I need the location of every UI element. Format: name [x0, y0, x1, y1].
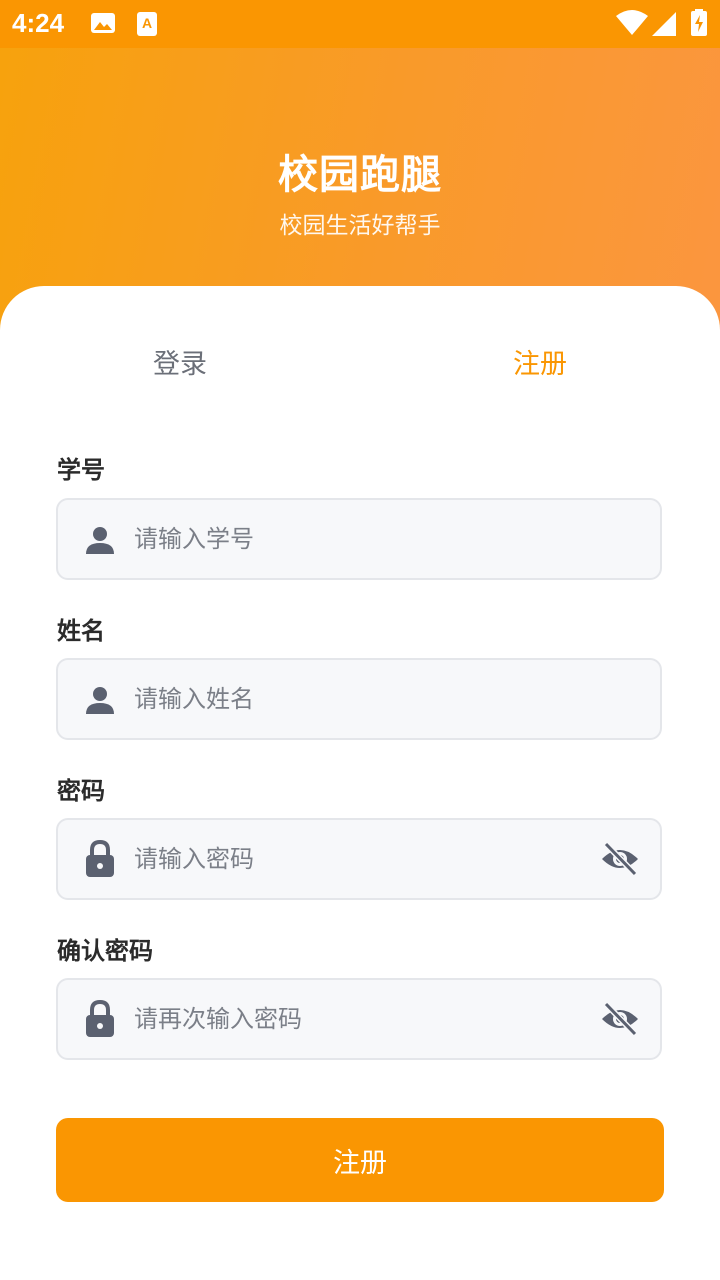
student-id-input[interactable]	[134, 500, 574, 578]
person-icon	[84, 524, 116, 556]
student-id-field[interactable]	[56, 498, 662, 580]
tab-login[interactable]: 登录	[0, 342, 360, 381]
app-title: 校园跑腿	[278, 152, 442, 198]
password-label: 密码	[57, 777, 105, 805]
image-icon	[90, 11, 116, 39]
lock-icon	[84, 999, 116, 1038]
password-field[interactable]	[56, 818, 662, 900]
tab-register[interactable]: 注册	[360, 342, 720, 381]
eye-off-icon[interactable]	[600, 1001, 640, 1037]
confirm-password-field[interactable]	[56, 978, 662, 1060]
confirm-password-input[interactable]	[134, 980, 574, 1058]
status-bar: 4:24 A	[0, 0, 720, 48]
student-id-label: 学号	[57, 456, 105, 484]
svg-text:A: A	[142, 15, 152, 31]
a-box-icon: A	[136, 11, 158, 41]
password-input[interactable]	[134, 820, 574, 898]
eye-off-icon[interactable]	[600, 841, 640, 877]
app-subtitle: 校园生活好帮手	[279, 213, 441, 239]
name-label: 姓名	[57, 617, 105, 645]
person-icon	[84, 684, 116, 716]
name-field[interactable]	[56, 658, 662, 740]
signal-icon	[652, 12, 678, 40]
lock-icon	[84, 839, 116, 878]
confirm-password-label: 确认密码	[57, 937, 153, 965]
register-button[interactable]: 注册	[56, 1118, 664, 1202]
battery-charging-icon	[690, 9, 708, 41]
name-input[interactable]	[134, 660, 574, 738]
wifi-icon	[616, 10, 648, 40]
status-time: 4:24	[12, 8, 65, 38]
